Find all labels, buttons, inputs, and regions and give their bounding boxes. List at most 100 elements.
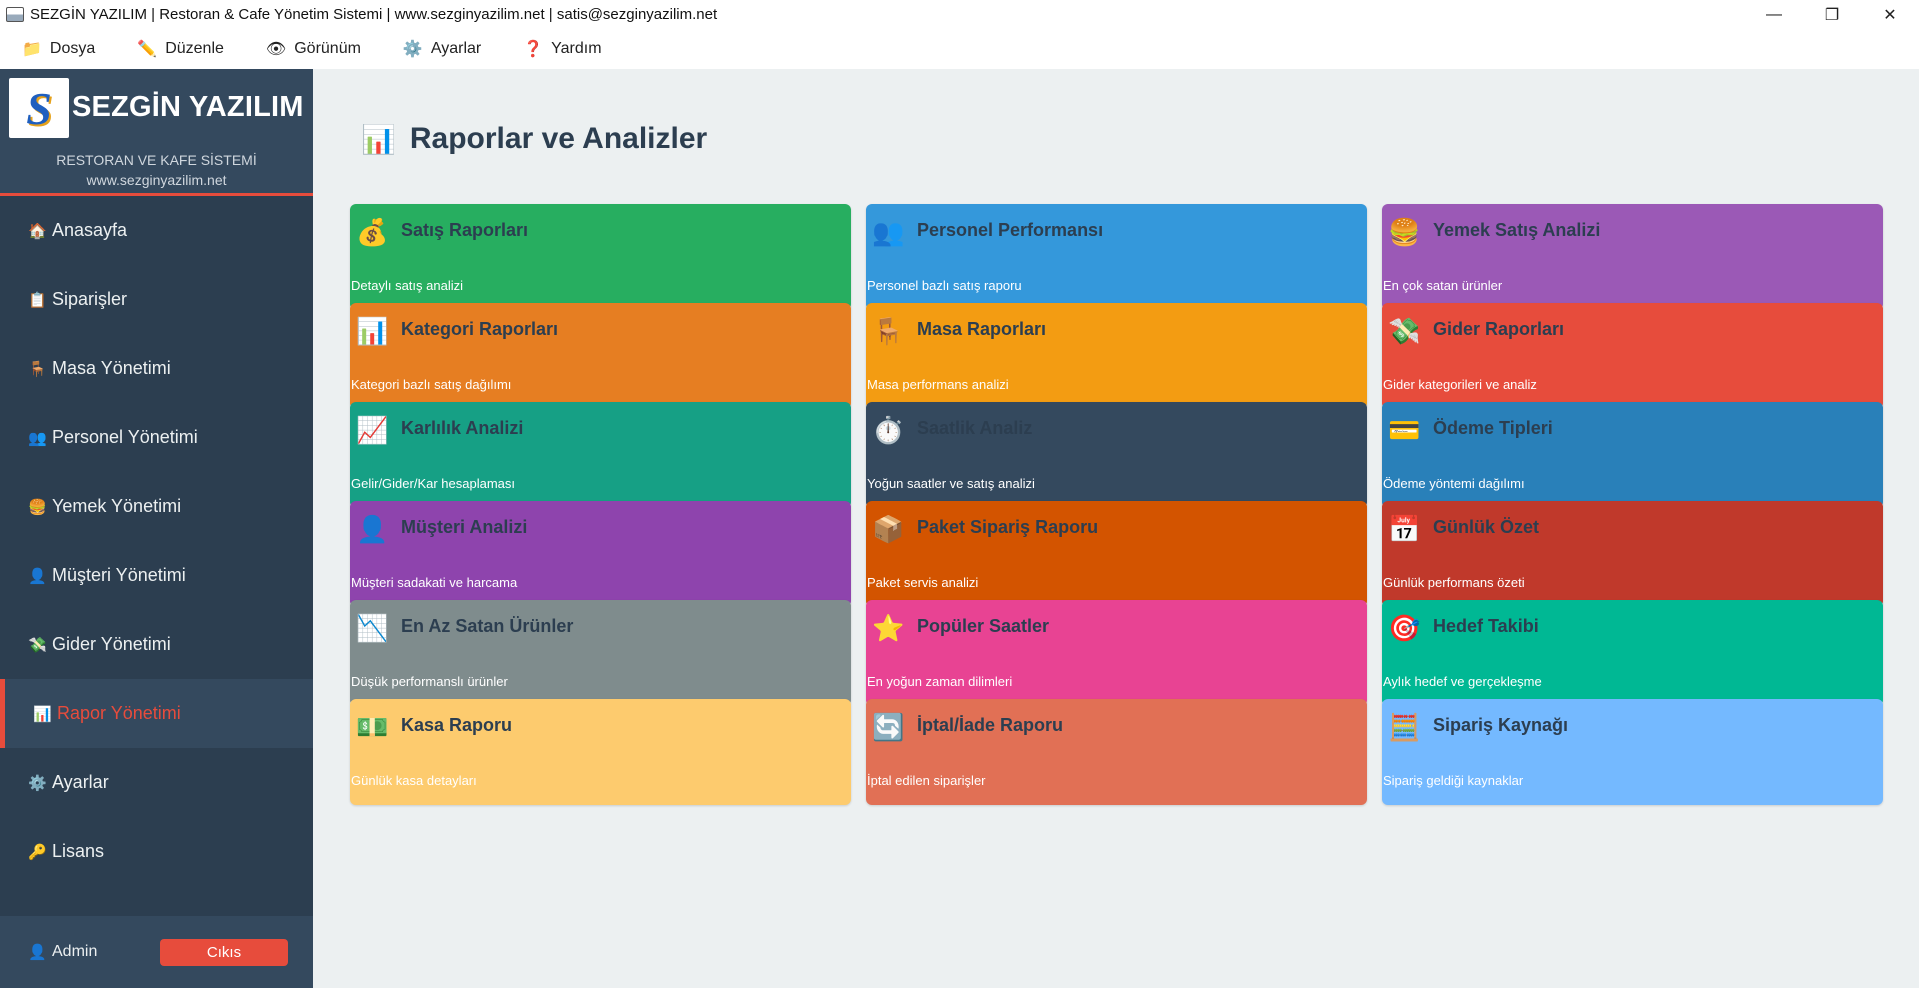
report-card-description: Personel bazlı satış raporu [867, 278, 1022, 293]
sidebar-item-label: Anasayfa [52, 220, 128, 240]
report-card-title: Sipariş Kaynağı [1433, 715, 1569, 735]
report-card-description: Ödeme yöntemi dağılımı [1383, 476, 1525, 491]
question-icon: ❓ [523, 41, 544, 58]
report-card-description: Günlük performans özeti [1383, 575, 1525, 590]
brand-subtitle: RESTORAN VE KAFE SİSTEMİ [56, 152, 257, 168]
report-card[interactable]: 📦 Paket Sipariş Raporu Paket servis analiz… [866, 501, 1367, 607]
report-card-title: Ödeme Tipleri [1433, 418, 1553, 438]
report-card-description: Kategori bazlı satış dağılımı [351, 377, 512, 392]
menu-dosya[interactable]: 📁 Dosya [22, 39, 95, 59]
window-title: SEZGİN YAZILIM | Restoran & Cafe Yönetim… [30, 6, 718, 23]
report-card-title: Saatlik Analiz [917, 418, 1033, 438]
sidebar-item-yemek-yonetimi[interactable]: 🍔 Yemek Yönetimi [0, 472, 313, 541]
sidebar-item-label: Gider Yönetimi [52, 634, 171, 654]
menu-label: Dosya [49, 40, 96, 57]
report-card[interactable]: 📅 Günlük Özet Günlük performans özeti [1382, 501, 1883, 607]
chart-icon: 📊 [361, 123, 396, 155]
key-icon: 🔑 [28, 843, 47, 861]
report-card-title: Masa Raporları [917, 319, 1047, 339]
user-name: Admin [52, 943, 98, 960]
menu-label: Yardım [551, 40, 602, 57]
brand-name: SEZGİN YAZILIM [72, 91, 304, 123]
report-card-description: Düşük performanslı ürünler [351, 674, 508, 689]
brand-subtitle-block: RESTORAN VE KAFE SİSTEMİ www.sezginyazil… [0, 150, 313, 190]
report-card[interactable]: 💰 Satış Raporları Detaylı satış analizi [350, 204, 851, 310]
sidebar-item-masa-yonetimi[interactable]: 🪑 Masa Yönetimi [0, 334, 313, 403]
sidebar-item-rapor-yonetimi[interactable]: 📊 Rapor Yönetimi [0, 679, 313, 748]
window-titlebar: SEZGİN YAZILIM | Restoran & Cafe Yönetim… [0, 0, 1919, 29]
star-icon: ⭐ [872, 613, 905, 643]
report-card-description: Müşteri sadakati ve harcama [351, 575, 518, 590]
report-card[interactable]: 💸 Gider Raporları Gider kategorileri ve an… [1382, 303, 1883, 409]
sidebar-item-anasayfa[interactable]: 🏠 Anasayfa [0, 196, 313, 265]
report-card[interactable]: 📊 Kategori Raporları Kategori bazlı satış … [350, 303, 851, 409]
chair-icon: 🪑 [28, 360, 47, 378]
report-card[interactable]: 💳 Ödeme Tipleri Ödeme yöntemi dağılımı [1382, 402, 1883, 508]
people-icon: 👥 [872, 217, 905, 247]
report-card-description: En yoğun zaman dilimleri [867, 674, 1013, 689]
menu-gorunum[interactable]: 👁 Görünüm [266, 39, 361, 59]
abacus-icon: 🧮 [1388, 712, 1421, 742]
stopwatch-icon: ⏱️ [872, 415, 905, 445]
logout-button[interactable]: Cıkıs [160, 938, 288, 966]
gear-icon: ⚙️ [402, 41, 423, 58]
menu-label: Görünüm [294, 40, 361, 57]
sidebar-item-label: Siparişler [52, 289, 128, 309]
report-card-title: Popüler Saatler [917, 616, 1050, 636]
report-card[interactable]: 👥 Personel Performansı Personel bazlı satı… [866, 204, 1367, 310]
sidebar-item-label: Personel Yönetimi [52, 427, 198, 447]
report-card[interactable]: 📈 Karlılık Analizi Gelir/Gider/Kar hesapla… [350, 402, 851, 508]
report-card-title: İptal/İade Raporu [917, 715, 1064, 735]
calendar-icon: 📅 [1388, 514, 1421, 544]
report-card-description: Sipariş geldiği kaynaklar [1383, 773, 1524, 788]
money-wings-icon: 💸 [1388, 316, 1421, 346]
person-icon: 👤 [28, 567, 47, 585]
report-card[interactable]: 👤 Müşteri Analizi Müşteri sadakati ve harc… [350, 501, 851, 607]
report-card[interactable]: 🔄 İptal/İade Raporu İptal edilen siparişle… [866, 699, 1367, 805]
burger-icon: 🍔 [1388, 217, 1421, 247]
report-card-title: Paket Sipariş Raporu [917, 517, 1099, 537]
close-icon[interactable]: ✕ [1861, 0, 1919, 29]
report-card-title: En Az Satan Ürünler [401, 616, 574, 636]
report-card[interactable]: ⭐ Popüler Saatler En yoğun zaman dilimleri [866, 600, 1367, 706]
report-card-description: En çok satan ürünler [1383, 278, 1503, 293]
page-title: Raporlar ve Analizler [409, 122, 708, 155]
report-card-description: Aylık hedef ve gerçekleşme [1383, 674, 1542, 689]
report-card[interactable]: 🍔 Yemek Satış Analizi En çok satan ürünler [1382, 204, 1883, 310]
money-icon: 💸 [28, 636, 47, 654]
page-header: 📊 Raporlar ve Analizler [361, 122, 707, 156]
trend-up-icon: 📈 [356, 415, 389, 445]
refresh-icon: 🔄 [872, 712, 905, 742]
sidebar-item-personel-yonetimi[interactable]: 👥 Personel Yönetimi [0, 403, 313, 472]
menu-duzenle[interactable]: ✏️ Düzenle [137, 39, 224, 59]
report-card[interactable]: 🪑 Masa Raporları Masa performans analizi [866, 303, 1367, 409]
report-card-title: Kategori Raporları [401, 319, 559, 339]
report-card[interactable]: 🧮 Sipariş Kaynağı Sipariş geldiği kaynakla… [1382, 699, 1883, 805]
sidebar-item-label: Müşteri Yönetimi [52, 565, 186, 585]
trend-down-icon: 📉 [356, 613, 389, 643]
restore-icon[interactable]: ❐ [1803, 0, 1861, 29]
money-bag-icon: 💰 [356, 217, 389, 247]
sidebar: S SEZGİN YAZILIM RESTORAN VE KAFE SİSTEM… [0, 69, 313, 988]
package-icon: 📦 [872, 514, 905, 544]
minimize-icon[interactable]: — [1745, 0, 1803, 29]
eye-icon: 👁 [265, 41, 287, 58]
report-card[interactable]: 📉 En Az Satan Ürünler Düşük performanslı ü… [350, 600, 851, 706]
clipboard-icon: 📋 [28, 291, 47, 309]
report-card[interactable]: 🎯 Hedef Takibi Aylık hedef ve gerçekleşme [1382, 600, 1883, 706]
report-card[interactable]: ⏱️ Saatlik Analiz Yoğun saatler ve satış a… [866, 402, 1367, 508]
menu-yardim[interactable]: ❓ Yardım [523, 39, 601, 59]
report-card-title: Karlılık Analizi [401, 418, 524, 438]
sidebar-item-siparisler[interactable]: 📋 Siparişler [0, 265, 313, 334]
sidebar-item-gider-yonetimi[interactable]: 💸 Gider Yönetimi [0, 610, 313, 679]
report-card-title: Personel Performansı [917, 220, 1104, 240]
report-card-title: Günlük Özet [1433, 517, 1540, 537]
sidebar-item-ayarlar[interactable]: ⚙️ Ayarlar [0, 748, 313, 817]
window-controls: — ❐ ✕ [1745, 0, 1919, 29]
sidebar-item-lisans[interactable]: 🔑 Lisans [0, 817, 313, 886]
report-card[interactable]: 💵 Kasa Raporu Günlük kasa detayları [350, 699, 851, 805]
house-icon: 🏠 [28, 222, 47, 240]
sidebar-item-musteri-yonetimi[interactable]: 👤 Müşteri Yönetimi [0, 541, 313, 610]
menu-ayarlar[interactable]: ⚙️ Ayarlar [403, 39, 481, 59]
report-card-description: İptal edilen siparişler [867, 773, 986, 788]
